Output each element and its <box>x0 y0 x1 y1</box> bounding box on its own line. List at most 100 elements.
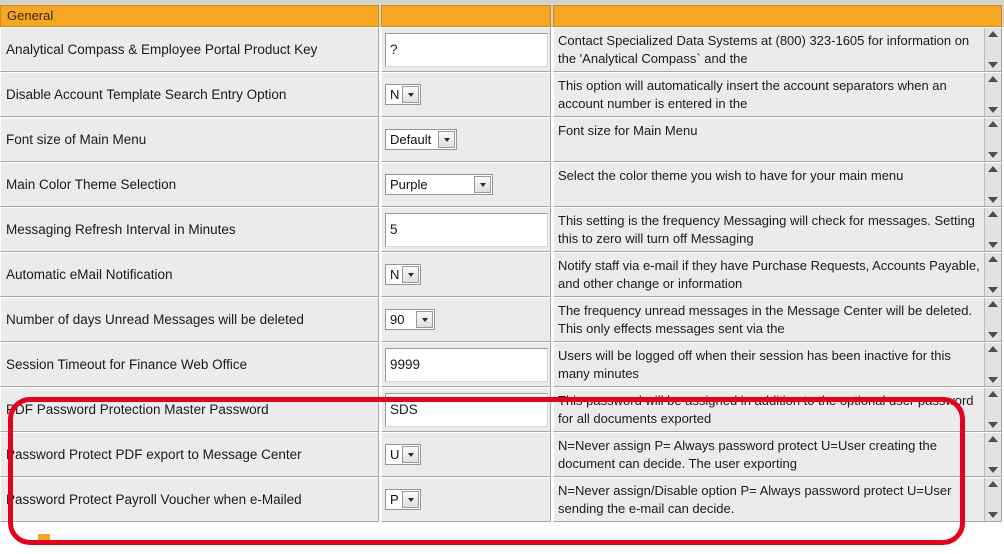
setting-label-cell: Number of days Unread Messages will be d… <box>0 297 379 342</box>
scroll-up-arrow-icon[interactable] <box>988 31 998 37</box>
scroll-up-arrow-icon[interactable] <box>988 391 998 397</box>
description-scrollbar[interactable] <box>984 478 1001 521</box>
scroll-down-arrow-icon[interactable] <box>988 242 998 248</box>
setting-label-cell: Main Color Theme Selection <box>0 162 379 207</box>
setting-label-cell: Password Protect Payroll Voucher when e-… <box>0 477 379 522</box>
description-scrollbar[interactable] <box>984 208 1001 251</box>
setting-description-text: The frequency unread messages in the Mes… <box>558 303 973 336</box>
setting-description-cell: Notify staff via e-mail if they have Pur… <box>553 252 1002 297</box>
description-scrollbar[interactable] <box>984 433 1001 476</box>
setting-label: Number of days Unread Messages will be d… <box>6 312 304 327</box>
chevron-down-icon[interactable] <box>416 311 433 328</box>
setting-label: Disable Account Template Search Entry Op… <box>6 87 287 102</box>
setting-description-cell: Select the color theme you wish to have … <box>553 162 1002 207</box>
group-header-name-cell[interactable]: General <box>0 5 379 27</box>
scroll-down-arrow-icon[interactable] <box>988 197 998 203</box>
scroll-down-arrow-icon[interactable] <box>988 107 998 113</box>
table-row: PDF Password Protection Master Password S… <box>0 387 1004 432</box>
scroll-down-arrow-icon[interactable] <box>988 62 998 68</box>
table-row: Password Protect Payroll Voucher when e-… <box>0 477 1004 522</box>
scroll-up-arrow-icon[interactable] <box>988 436 998 442</box>
setting-value-cell: 5 <box>381 207 551 252</box>
setting-value-cell: P <box>381 477 551 522</box>
scroll-down-arrow-icon[interactable] <box>988 377 998 383</box>
setting-label: Automatic eMail Notification <box>6 267 173 282</box>
setting-dropdown[interactable]: N <box>385 264 421 285</box>
chevron-down-icon[interactable] <box>438 131 455 148</box>
table-row: Automatic eMail Notification N Notify staf… <box>0 252 1004 297</box>
setting-label: Messaging Refresh Interval in Minutes <box>6 222 236 237</box>
chevron-down-icon[interactable] <box>402 491 419 508</box>
chevron-down-icon[interactable] <box>402 266 419 283</box>
table-row: Messaging Refresh Interval in Minutes 5 Th… <box>0 207 1004 252</box>
scroll-up-arrow-icon[interactable] <box>988 166 998 172</box>
setting-dropdown[interactable]: Default <box>385 129 457 150</box>
setting-dropdown[interactable]: 90 <box>385 309 435 330</box>
chevron-down-icon[interactable] <box>402 446 419 463</box>
setting-value-cell: N <box>381 252 551 297</box>
setting-text-input[interactable]: 5 <box>385 212 548 247</box>
setting-description-cell: The frequency unread messages in the Mes… <box>553 297 1002 342</box>
setting-label: Main Color Theme Selection <box>6 177 177 192</box>
description-scrollbar[interactable] <box>984 253 1001 296</box>
setting-text-input[interactable]: SDS <box>385 392 548 427</box>
description-scrollbar[interactable] <box>984 118 1001 161</box>
scroll-up-arrow-icon[interactable] <box>988 346 998 352</box>
setting-dropdown-value: N <box>390 87 400 102</box>
scroll-down-arrow-icon[interactable] <box>988 332 998 338</box>
caret-shape <box>407 497 414 502</box>
setting-dropdown[interactable]: U <box>385 444 421 465</box>
description-scrollbar[interactable] <box>984 298 1001 341</box>
setting-label-cell: PDF Password Protection Master Password <box>0 387 379 432</box>
setting-description-text: Notify staff via e-mail if they have Pur… <box>558 258 980 291</box>
setting-label: Password Protect Payroll Voucher when e-… <box>6 492 302 507</box>
scroll-down-arrow-icon[interactable] <box>988 287 998 293</box>
setting-label-cell: Disable Account Template Search Entry Op… <box>0 72 379 117</box>
description-scrollbar[interactable] <box>984 343 1001 386</box>
setting-description-cell: Font size for Main Menu <box>553 117 1002 162</box>
scroll-up-arrow-icon[interactable] <box>988 301 998 307</box>
setting-dropdown-value: P <box>390 492 399 507</box>
setting-dropdown[interactable]: P <box>385 489 421 510</box>
chevron-down-icon[interactable] <box>474 176 491 193</box>
setting-label: Session Timeout for Finance Web Office <box>6 357 248 372</box>
settings-grid-screenshot: General Analytical Compass & Employee Po… <box>0 0 1004 554</box>
group-header-description-cell[interactable] <box>553 5 1002 27</box>
setting-label-cell: Session Timeout for Finance Web Office <box>0 342 379 387</box>
table-row: Disable Account Template Search Entry Op… <box>0 72 1004 117</box>
scroll-up-arrow-icon[interactable] <box>988 76 998 82</box>
scroll-down-arrow-icon[interactable] <box>988 152 998 158</box>
setting-dropdown-value: N <box>390 267 400 282</box>
setting-text-input[interactable]: ? <box>385 32 548 67</box>
setting-value-cell: U <box>381 432 551 477</box>
scroll-up-arrow-icon[interactable] <box>988 256 998 262</box>
setting-label-cell: Password Protect PDF export to Message C… <box>0 432 379 477</box>
setting-value-cell: 9999 <box>381 342 551 387</box>
setting-description-cell: N=Never assign P= Always password protec… <box>553 432 1002 477</box>
scroll-down-arrow-icon[interactable] <box>988 422 998 428</box>
setting-dropdown[interactable]: N <box>385 84 421 105</box>
setting-description-text: This setting is the frequency Messaging … <box>558 213 975 246</box>
setting-text-input[interactable]: 9999 <box>385 347 548 382</box>
setting-value-cell: SDS <box>381 387 551 432</box>
caret-shape <box>421 317 428 322</box>
table-row: Main Color Theme Selection Purple Select t… <box>0 162 1004 207</box>
chevron-down-icon[interactable] <box>402 86 419 103</box>
group-header-value-cell[interactable] <box>381 5 551 27</box>
setting-description-text: This option will automatically insert th… <box>558 78 947 111</box>
scroll-up-arrow-icon[interactable] <box>988 121 998 127</box>
scroll-down-arrow-icon[interactable] <box>988 467 998 473</box>
setting-dropdown[interactable]: Purple <box>385 174 493 195</box>
scroll-down-arrow-icon[interactable] <box>988 512 998 518</box>
caret-shape <box>443 137 450 142</box>
description-scrollbar[interactable] <box>984 73 1001 116</box>
setting-description-text: Users will be logged off when their sess… <box>558 348 951 381</box>
description-scrollbar[interactable] <box>984 28 1001 71</box>
setting-description-text: This password will be assigned in additi… <box>558 393 974 426</box>
scroll-up-arrow-icon[interactable] <box>988 481 998 487</box>
description-scrollbar[interactable] <box>984 388 1001 431</box>
setting-label: PDF Password Protection Master Password <box>6 402 269 417</box>
setting-description-text: Font size for Main Menu <box>558 123 698 138</box>
description-scrollbar[interactable] <box>984 163 1001 206</box>
scroll-up-arrow-icon[interactable] <box>988 211 998 217</box>
